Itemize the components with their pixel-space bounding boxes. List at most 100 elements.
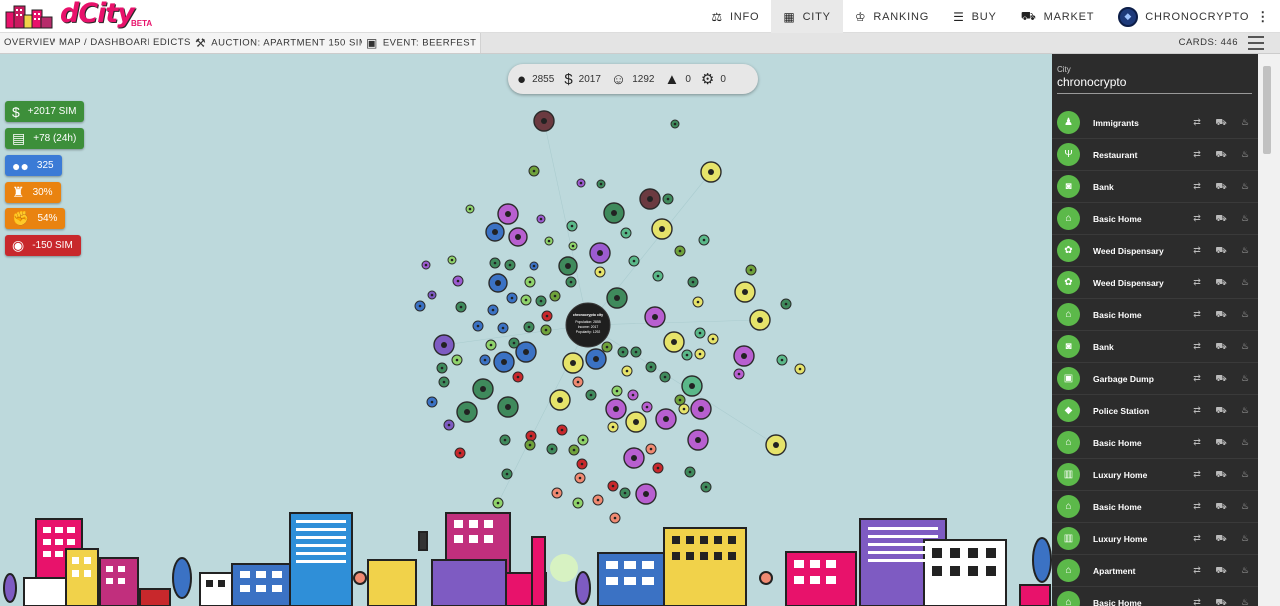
fire-icon[interactable]: ♨ — [1233, 117, 1257, 128]
nav-market[interactable]: ⛟ MARKET — [1009, 0, 1107, 33]
fire-icon[interactable]: ♨ — [1233, 149, 1257, 160]
badge-piggy[interactable]: ◉ -150 SIM — [5, 235, 81, 256]
swap-icon[interactable]: ⇄ — [1185, 309, 1209, 320]
building-list-item[interactable]: ✿ Weed Dispensary ⇄ ⛟ ♨ — [1052, 267, 1258, 299]
building-list-item[interactable]: ⌂ Apartment ⇄ ⛟ ♨ — [1052, 555, 1258, 587]
avatar: ◆ — [1118, 6, 1139, 27]
fire-icon[interactable]: ♨ — [1233, 533, 1257, 544]
cart-icon[interactable]: ⛟ — [1209, 597, 1233, 606]
building-list-item[interactable]: ⌂ Basic Home ⇄ ⛟ ♨ — [1052, 491, 1258, 523]
tab-map-dashboard[interactable]: MAP / DASHBOARD — [55, 33, 161, 53]
swap-icon[interactable]: ⇄ — [1185, 277, 1209, 288]
swap-icon[interactable]: ⇄ — [1185, 597, 1209, 606]
badge-beer[interactable]: ▤ +78 (24h) — [5, 128, 85, 149]
building-list-item[interactable]: ◙ Bank ⇄ ⛟ ♨ — [1052, 171, 1258, 203]
city-map[interactable]: chronocrypto city Population: 2855 Incom… — [0, 54, 1052, 606]
building-list-item[interactable]: ⌂ Basic Home ⇄ ⛟ ♨ — [1052, 587, 1258, 606]
fire-icon[interactable]: ♨ — [1233, 181, 1257, 192]
building-node-glyph — [671, 339, 677, 345]
badge-income[interactable]: $ +2017 SIM — [5, 101, 85, 122]
fire-icon[interactable]: ♨ — [1233, 469, 1257, 480]
swap-icon[interactable]: ⇄ — [1185, 373, 1209, 384]
badge-users[interactable]: ●● 325 — [5, 155, 62, 176]
fire-icon[interactable]: ♨ — [1233, 597, 1257, 606]
cart-icon[interactable]: ⛟ — [1209, 565, 1233, 577]
tab-edicts[interactable]: EDICTS — [149, 33, 196, 53]
swap-icon[interactable]: ⇄ — [1185, 117, 1209, 128]
building-node-glyph — [483, 358, 487, 362]
nav-city[interactable]: ▦ CITY — [771, 0, 843, 33]
nav-info[interactable]: ⚖ INFO — [699, 0, 771, 33]
building-list-item[interactable]: ⌂ Basic Home ⇄ ⛟ ♨ — [1052, 203, 1258, 235]
building-list-item[interactable]: ◆ Police Station ⇄ ⛟ ♨ — [1052, 395, 1258, 427]
building-node-glyph — [456, 279, 460, 283]
cart-icon[interactable]: ⛟ — [1209, 213, 1233, 225]
cart-icon[interactable]: ⛟ — [1209, 341, 1233, 353]
swap-icon[interactable]: ⇄ — [1185, 341, 1209, 352]
fire-icon[interactable]: ♨ — [1233, 373, 1257, 384]
cart-icon[interactable]: ⛟ — [1209, 501, 1233, 513]
kebab-menu-icon[interactable]: ⋮ — [1256, 9, 1270, 25]
building-list-item[interactable]: ⌂ Basic Home ⇄ ⛟ ♨ — [1052, 299, 1258, 331]
tab-event[interactable]: ▣ EVENT: BEERFEST — [362, 33, 482, 53]
panel-scrollbar[interactable] — [1258, 54, 1280, 606]
building-node-glyph — [615, 389, 619, 393]
fire-icon[interactable]: ♨ — [1233, 405, 1257, 416]
building-list-item[interactable]: ◙ Bank ⇄ ⛟ ♨ — [1052, 331, 1258, 363]
cart-icon[interactable]: ⛟ — [1209, 245, 1233, 257]
fire-icon[interactable]: ♨ — [1233, 309, 1257, 320]
fire-icon[interactable]: ♨ — [1233, 501, 1257, 512]
cart-icon[interactable]: ⛟ — [1209, 405, 1233, 417]
cart-icon[interactable]: ⛟ — [1209, 277, 1233, 289]
swap-icon[interactable]: ⇄ — [1185, 533, 1209, 544]
building-list-item[interactable]: ▥ Luxury Home ⇄ ⛟ ♨ — [1052, 459, 1258, 491]
building-list-item[interactable]: ✿ Weed Dispensary ⇄ ⛟ ♨ — [1052, 235, 1258, 267]
badge-fist[interactable]: ✊ 54% — [5, 208, 66, 229]
nav-buy[interactable]: ☰ BUY — [941, 0, 1009, 33]
building-list-item[interactable]: Ψ Restaurant ⇄ ⛟ ♨ — [1052, 139, 1258, 171]
swap-icon[interactable]: ⇄ — [1185, 405, 1209, 416]
fire-icon[interactable]: ♨ — [1233, 341, 1257, 352]
swap-icon[interactable]: ⇄ — [1185, 437, 1209, 448]
building-list-item[interactable]: ▣ Garbage Dump ⇄ ⛟ ♨ — [1052, 363, 1258, 395]
badge-workers[interactable]: ♜ 30% — [5, 182, 61, 203]
cart-icon[interactable]: ⛟ — [1209, 149, 1233, 161]
building-list-item[interactable]: ♟ Immigrants ⇄ ⛟ ♨ — [1052, 107, 1258, 139]
fire-icon[interactable]: ♨ — [1233, 245, 1257, 256]
cart-icon[interactable]: ⛟ — [1209, 117, 1233, 129]
user-menu[interactable]: ◆ CHRONOCRYPTO ⋮ — [1106, 0, 1280, 33]
cart-icon[interactable]: ⛟ — [1209, 181, 1233, 193]
cart-icon[interactable]: ⛟ — [1209, 469, 1233, 481]
nav-ranking[interactable]: ♔ RANKING — [843, 0, 941, 33]
building-node-glyph — [581, 438, 585, 442]
swap-icon[interactable]: ⇄ — [1185, 181, 1209, 192]
cart-icon[interactable]: ⛟ — [1209, 309, 1233, 321]
building-node-glyph — [773, 442, 779, 448]
building-node-glyph — [458, 451, 462, 455]
fire-icon[interactable]: ♨ — [1233, 277, 1257, 288]
building-node-glyph — [569, 280, 573, 284]
scrollbar-thumb[interactable] — [1263, 66, 1271, 154]
building-list-item[interactable]: ⌂ Basic Home ⇄ ⛟ ♨ — [1052, 427, 1258, 459]
fire-icon[interactable]: ♨ — [1233, 213, 1257, 224]
swap-icon[interactable]: ⇄ — [1185, 469, 1209, 480]
cart-icon[interactable]: ⛟ — [1209, 437, 1233, 449]
dcity-logo[interactable]: dCity BETA — [4, 0, 154, 32]
swap-icon[interactable]: ⇄ — [1185, 213, 1209, 224]
hamburger-menu-icon[interactable] — [1248, 36, 1264, 50]
swap-icon[interactable]: ⇄ — [1185, 245, 1209, 256]
cart-icon[interactable]: ⛟ — [1209, 373, 1233, 385]
building-list-item[interactable]: ▥ Luxury Home ⇄ ⛟ ♨ — [1052, 523, 1258, 555]
stat-happiness-value: 1292 — [632, 73, 655, 85]
building-node-glyph — [611, 425, 615, 429]
swap-icon[interactable]: ⇄ — [1185, 149, 1209, 160]
building-icon: ⌂ — [1057, 559, 1080, 582]
stat-population-value: 2855 — [532, 73, 555, 85]
swap-icon[interactable]: ⇄ — [1185, 565, 1209, 576]
fire-icon[interactable]: ♨ — [1233, 565, 1257, 576]
cart-icon[interactable]: ⛟ — [1209, 533, 1233, 545]
swap-icon[interactable]: ⇄ — [1185, 501, 1209, 512]
building-node-glyph — [505, 472, 509, 476]
fire-icon[interactable]: ♨ — [1233, 437, 1257, 448]
tab-auction[interactable]: ⚒ AUCTION: APARTMENT 150 SIM — [191, 33, 373, 53]
